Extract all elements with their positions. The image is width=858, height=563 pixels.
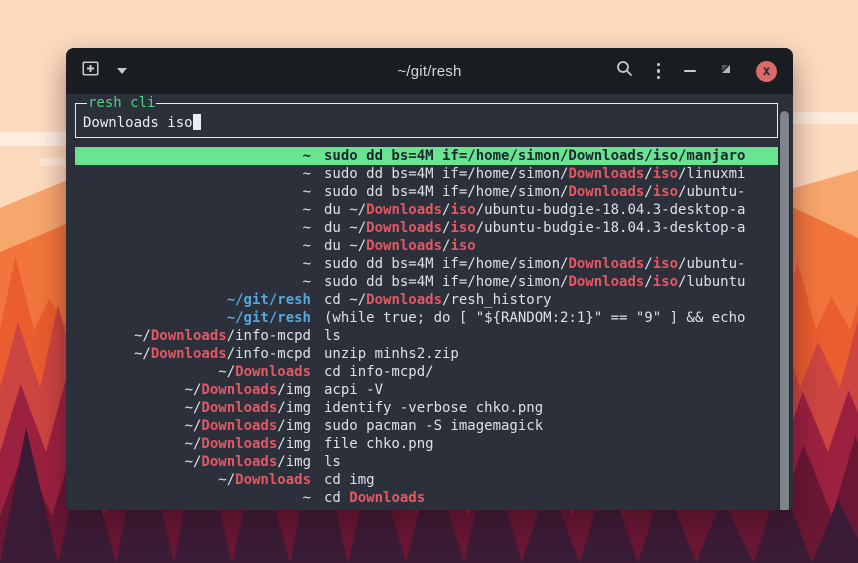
row-directory: ~/Downloads/img [75, 417, 311, 435]
resh-search-box[interactable]: resh cli Downloads iso [75, 103, 778, 138]
row-directory: ~ [75, 183, 311, 201]
row-directory: ~ [75, 201, 311, 219]
history-row[interactable]: ~/Downloads/imgfile chko.png [75, 435, 778, 453]
row-command: ls [311, 327, 778, 345]
row-command: sudo dd bs=4M if=/home/simon/Downloads/i… [311, 255, 778, 273]
history-row[interactable]: ~du ~/Downloads/iso [75, 237, 778, 255]
history-row[interactable]: ~/Downloads/imgidentify -verbose chko.pn… [75, 399, 778, 417]
row-directory: ~/Downloads/info-mcpd [75, 327, 311, 345]
history-row[interactable]: ~sudo dd bs=4M if=/home/simon/Downloads/… [75, 255, 778, 273]
row-command: sudo dd bs=4M if=/home/simon/Downloads/i… [311, 147, 778, 165]
search-icon [616, 60, 633, 82]
restore-down-icon [720, 62, 732, 80]
minimize-icon [684, 70, 696, 72]
terminal-window: ~/git/resh [66, 48, 793, 510]
row-command: sudo pacman -S imagemagick [311, 417, 778, 435]
row-directory: ~/Downloads [75, 363, 311, 381]
terminal-scrollbar[interactable] [780, 111, 789, 510]
terminal-content[interactable]: resh cli Downloads iso ~sudo dd bs=4M if… [66, 103, 793, 510]
new-tab-icon [82, 61, 99, 81]
row-directory: ~ [75, 489, 311, 507]
row-command: acpi -V [311, 381, 778, 399]
close-icon: x [756, 61, 777, 82]
history-list: ~sudo dd bs=4M if=/home/simon/Downloads/… [75, 147, 778, 507]
history-row[interactable]: ~/Downloadscd info-mcpd/ [75, 363, 778, 381]
row-directory: ~ [75, 147, 311, 165]
history-row[interactable]: ~sudo dd bs=4M if=/home/simon/Downloads/… [75, 273, 778, 291]
row-command: unzip minhs2.zip [311, 345, 778, 363]
kebab-menu-icon [657, 63, 661, 80]
row-directory: ~ [75, 255, 311, 273]
search-button[interactable] [616, 60, 633, 82]
row-command: ls [311, 453, 778, 471]
history-row[interactable]: ~du ~/Downloads/iso/ubuntu-budgie-18.04.… [75, 219, 778, 237]
new-tab-button[interactable] [82, 61, 99, 81]
row-command: cd img [311, 471, 778, 489]
row-directory: ~ [75, 165, 311, 183]
row-command: sudo dd bs=4M if=/home/simon/Downloads/i… [311, 183, 778, 201]
history-row[interactable]: ~/Downloads/imgacpi -V [75, 381, 778, 399]
row-directory: ~/Downloads/img [75, 399, 311, 417]
history-row[interactable]: ~cd Downloads [75, 489, 778, 507]
history-row[interactable]: ~/Downloads/imgls [75, 453, 778, 471]
row-command: du ~/Downloads/iso/ubuntu-budgie-18.04.3… [311, 219, 778, 237]
row-directory: ~/Downloads/img [75, 435, 311, 453]
titlebar[interactable]: ~/git/resh [66, 48, 793, 94]
row-directory: ~/Downloads/img [75, 453, 311, 471]
row-command: (while true; do [ "${RANDOM:2:1}" == "9"… [311, 309, 778, 327]
row-command: file chko.png [311, 435, 778, 453]
tab-dropdown-button[interactable] [117, 68, 127, 74]
history-row[interactable]: ~sudo dd bs=4M if=/home/simon/Downloads/… [75, 165, 778, 183]
row-command: sudo dd bs=4M if=/home/simon/Downloads/i… [311, 165, 778, 183]
history-row[interactable]: ~/Downloads/info-mcpdls [75, 327, 778, 345]
row-command: sudo dd bs=4M if=/home/simon/Downloads/i… [311, 273, 778, 291]
text-cursor [193, 114, 201, 130]
history-row[interactable]: ~/git/resh(while true; do [ "${RANDOM:2:… [75, 309, 778, 327]
search-query-text: Downloads iso [83, 115, 193, 131]
history-row[interactable]: ~/Downloads/imgsudo pacman -S imagemagic… [75, 417, 778, 435]
history-row[interactable]: ~/Downloadscd img [75, 471, 778, 489]
row-directory: ~/Downloads [75, 471, 311, 489]
restore-button[interactable] [720, 62, 732, 80]
row-directory: ~ [75, 219, 311, 237]
row-command: cd Downloads [311, 489, 778, 507]
row-command: cd info-mcpd/ [311, 363, 778, 381]
row-directory: ~/git/resh [75, 309, 311, 327]
row-directory: ~ [75, 273, 311, 291]
minimize-button[interactable] [684, 70, 696, 72]
search-box-label: resh cli [87, 95, 156, 111]
row-command: identify -verbose chko.png [311, 399, 778, 417]
row-directory: ~/Downloads/img [75, 381, 311, 399]
row-directory: ~/Downloads/info-mcpd [75, 345, 311, 363]
search-query[interactable]: Downloads iso [83, 111, 201, 131]
history-row[interactable]: ~sudo dd bs=4M if=/home/simon/Downloads/… [75, 183, 778, 201]
row-directory: ~/git/resh [75, 291, 311, 309]
row-command: du ~/Downloads/iso/ubuntu-budgie-18.04.3… [311, 201, 778, 219]
row-command: cd ~/Downloads/resh_history [311, 291, 778, 309]
history-row[interactable]: ~/git/reshcd ~/Downloads/resh_history [75, 291, 778, 309]
row-directory: ~ [75, 237, 311, 255]
chevron-down-icon [117, 68, 127, 74]
history-row[interactable]: ~sudo dd bs=4M if=/home/simon/Downloads/… [75, 147, 778, 165]
menu-button[interactable] [657, 63, 661, 80]
history-row[interactable]: ~/Downloads/info-mcpdunzip minhs2.zip [75, 345, 778, 363]
row-command: du ~/Downloads/iso [311, 237, 778, 255]
history-row[interactable]: ~du ~/Downloads/iso/ubuntu-budgie-18.04.… [75, 201, 778, 219]
close-button[interactable]: x [756, 61, 777, 82]
